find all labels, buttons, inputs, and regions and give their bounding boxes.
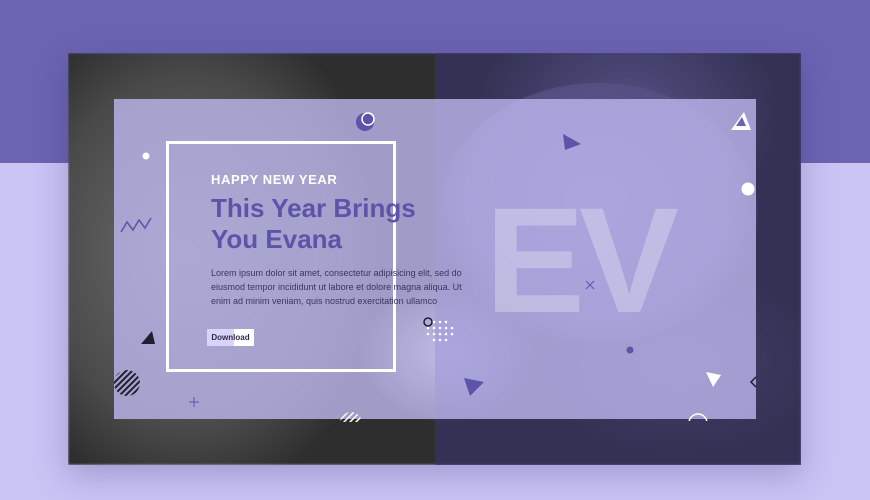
circle-icon [688,413,708,421]
headline: This Year Brings You Evana [211,193,511,255]
cross-icon [585,280,595,290]
dot-grid-icon [423,317,454,342]
circle-icon [356,112,375,131]
dot-icon [741,182,755,196]
dot-icon [626,346,634,354]
watermark-text: EV [485,176,679,344]
zigzag-icon [120,217,152,233]
download-button-label: Download [211,333,250,342]
triangle-icon [706,372,721,387]
striped-circle-icon [340,412,362,422]
bracket-icon [749,376,757,388]
striped-circle-icon [114,370,140,396]
triangle-icon [141,331,155,344]
headline-line-1: This Year Brings [211,193,416,223]
kicker-text: HAPPY NEW YEAR [211,172,338,187]
triangle-icon [563,134,581,150]
body-paragraph: Lorem ipsum dolor sit amet, consectetur … [211,268,462,306]
triangle-outline-icon [731,112,751,130]
triangle-icon [464,378,484,396]
headline-line-2: You Evana [211,224,343,254]
dot-icon [142,152,150,160]
cross-icon [189,397,199,407]
download-button[interactable]: Download [207,329,254,346]
